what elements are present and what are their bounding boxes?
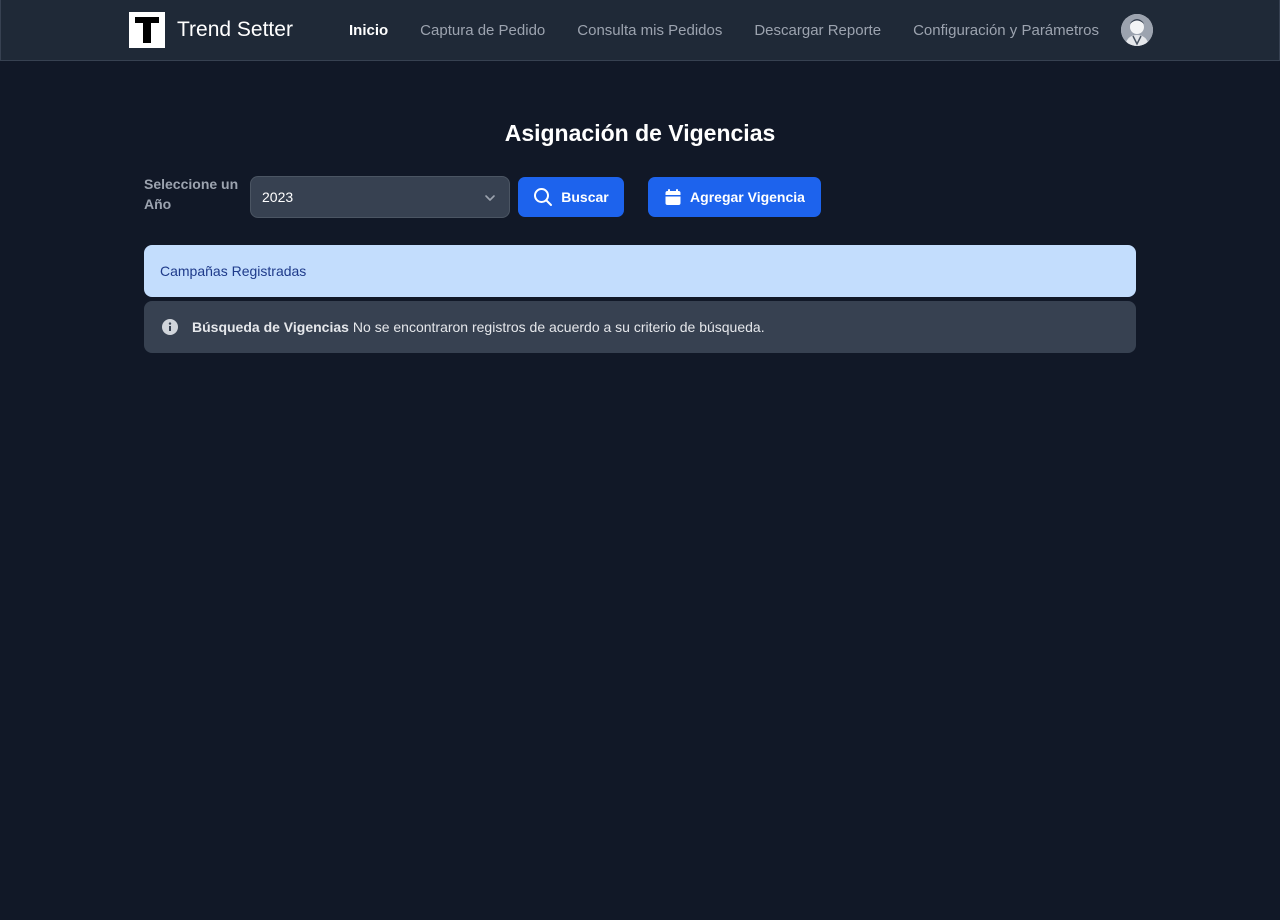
year-select-value: 2023 — [262, 189, 294, 205]
search-button-label: Buscar — [561, 189, 609, 205]
page-title: Asignación de Vigencias — [504, 120, 776, 146]
campaigns-header: Campañas Registradas — [144, 245, 1136, 297]
brand-name: Trend Setter — [177, 18, 293, 41]
brand-link[interactable]: Trend Setter — [129, 12, 293, 48]
info-alert: Búsqueda de Vigencias No se encontraron … — [144, 301, 1136, 353]
alert-message: No se encontraron registros de acuerdo a… — [352, 319, 765, 335]
brand-logo — [129, 12, 165, 48]
add-vigencia-button[interactable]: Agregar Vigencia — [648, 177, 821, 217]
calendar-icon — [665, 189, 681, 205]
campaigns-header-label: Campañas Registradas — [160, 263, 307, 279]
year-select[interactable]: 2023 — [250, 176, 510, 218]
user-avatar[interactable] — [1121, 14, 1153, 46]
top-navbar: Trend Setter Inicio Captura de Pedido Co… — [0, 0, 1280, 61]
add-vigencia-button-label: Agregar Vigencia — [690, 189, 805, 205]
nav-item-configuracion[interactable]: Configuración y Parámetros — [913, 22, 1099, 39]
search-icon — [534, 188, 553, 206]
search-button[interactable]: Buscar — [518, 177, 624, 217]
nav-item-consulta-mis-pedidos[interactable]: Consulta mis Pedidos — [577, 22, 722, 39]
avatar-icon — [1121, 14, 1153, 46]
info-icon — [162, 319, 178, 335]
nav-item-inicio[interactable]: Inicio — [349, 22, 388, 39]
nav-item-captura-de-pedido[interactable]: Captura de Pedido — [420, 22, 545, 39]
year-select-label: Seleccione un Año — [144, 176, 239, 212]
alert-title: Búsqueda de Vigencias — [192, 319, 349, 335]
main-nav: Inicio Captura de Pedido Consulta mis Pe… — [349, 0, 1131, 61]
nav-item-descargar-reporte[interactable]: Descargar Reporte — [754, 22, 881, 39]
t-logo-icon — [135, 17, 159, 43]
chevron-down-icon — [485, 195, 495, 201]
